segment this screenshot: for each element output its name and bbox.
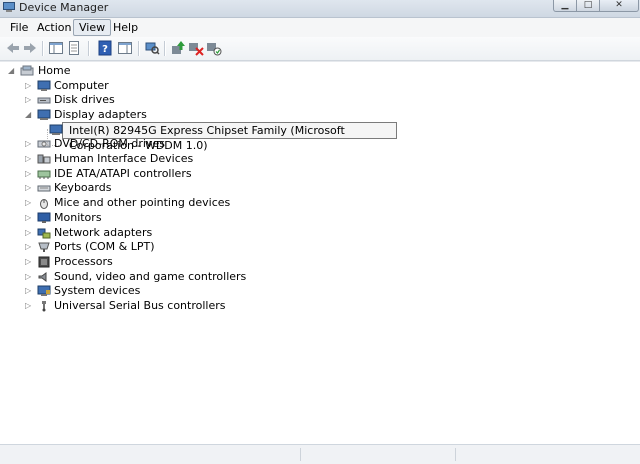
toolbar-separator — [42, 41, 44, 56]
window-title: Device Manager — [19, 1, 109, 14]
tree-item-label: Computer — [54, 78, 109, 92]
ide-controller-icon — [37, 170, 51, 179]
tree-item-label: Disk drives — [54, 93, 115, 107]
expand-arrow-icon[interactable]: ▷ — [25, 284, 33, 298]
monitor-icon — [37, 212, 51, 223]
toolbar-separator — [88, 41, 90, 56]
tree-item-label: Processors — [54, 254, 113, 268]
tree-item-label: Display adapters — [54, 107, 147, 121]
scan-hardware-icon[interactable] — [144, 40, 160, 56]
tree-item-label: Mice and other pointing devices — [54, 196, 231, 210]
sound-icon — [38, 271, 47, 282]
status-pane — [300, 448, 301, 461]
tree-item-label: IDE ATA/ATAPI controllers — [54, 166, 192, 180]
expand-arrow-icon[interactable]: ▷ — [25, 211, 33, 225]
expand-arrow-icon[interactable]: ▷ — [25, 93, 33, 107]
hid-icon — [37, 154, 51, 164]
properties-page-icon[interactable] — [66, 40, 82, 56]
menu-view[interactable]: View — [73, 19, 112, 36]
close-button[interactable]: ✕ — [599, 0, 639, 12]
status-bar — [0, 444, 640, 464]
update-driver-icon[interactable] — [170, 40, 186, 56]
title-bar: Device Manager ▁ □ ✕ — [0, 0, 640, 18]
toolbar-separator — [164, 41, 166, 56]
menu-file[interactable]: File — [6, 21, 32, 34]
network-adapter-icon — [37, 228, 51, 238]
maximize-button[interactable]: □ — [576, 0, 600, 12]
home-computer-icon — [20, 65, 34, 76]
port-icon — [38, 242, 50, 253]
toolbar-separator — [138, 41, 140, 56]
tree-item-label: Keyboards — [54, 181, 112, 195]
help-icon[interactable]: ? — [97, 40, 113, 56]
tree-item-label: Sound, video and game controllers — [54, 269, 247, 283]
display-adapter-icon — [37, 109, 51, 120]
tree-item-label: Monitors — [54, 210, 102, 224]
tree-connector — [47, 145, 59, 146]
tree-item-label: Human Interface Devices — [54, 152, 194, 165]
display-adapter-icon — [49, 124, 63, 135]
expand-arrow-icon[interactable]: ▷ — [25, 167, 33, 181]
tree-item-label: Universal Serial Bus controllers — [54, 299, 226, 312]
back-icon[interactable] — [5, 40, 21, 56]
menu-bar: File Action View Help — [0, 18, 640, 38]
usb-icon — [42, 301, 46, 312]
tree-item-display-adapter-intel[interactable]: Intel(R) 82945G Express Chipset Family (… — [49, 122, 397, 152]
collapse-arrow-icon[interactable]: ◢ — [25, 108, 33, 122]
expand-arrow-icon[interactable]: ▷ — [25, 152, 33, 166]
mouse-icon — [40, 199, 48, 210]
tree-connector — [47, 129, 48, 145]
expand-arrow-icon[interactable]: ▷ — [25, 137, 33, 151]
expand-arrow-icon[interactable]: ▷ — [25, 226, 33, 240]
status-pane — [455, 448, 456, 461]
show-action-pane-icon[interactable] — [117, 40, 133, 56]
tree-item-label: Ports (COM & LPT) — [54, 240, 155, 254]
show-hide-console-tree-icon[interactable] — [48, 40, 64, 56]
tree-item-label: Network adapters — [54, 225, 153, 239]
processor-icon — [38, 256, 50, 268]
minimize-button[interactable]: ▁ — [553, 0, 577, 12]
keyboard-icon — [37, 185, 51, 192]
computer-icon — [37, 80, 51, 91]
tree-item-label: System devices — [54, 284, 141, 298]
menu-help[interactable]: Help — [109, 21, 142, 34]
device-manager-icon — [3, 2, 15, 12]
tree-root-label: Home — [38, 64, 71, 77]
system-device-icon — [37, 285, 51, 297]
expand-arrow-icon[interactable]: ▷ — [25, 240, 33, 254]
svg-text:?: ? — [102, 44, 108, 55]
toolbar: ? — [0, 37, 640, 61]
expand-arrow-icon[interactable]: ▷ — [25, 181, 33, 195]
expand-arrow-icon[interactable]: ▷ — [25, 270, 33, 284]
uninstall-icon[interactable] — [188, 40, 204, 56]
enable-device-icon[interactable] — [206, 40, 222, 56]
expand-arrow-icon[interactable]: ▷ — [25, 196, 33, 210]
device-tree: ◢ Home ▷ Computer ▷ Disk drives ◢ Display ada… — [0, 61, 640, 445]
forward-icon[interactable] — [22, 40, 38, 56]
expand-arrow-icon[interactable]: ▷ — [25, 255, 33, 269]
expand-arrow-icon[interactable]: ▷ — [25, 79, 33, 93]
tree-item-label: Intel(R) 82945G Express Chipset Family (… — [69, 124, 345, 152]
menu-action[interactable]: Action — [33, 21, 75, 34]
expand-arrow-icon[interactable]: ▷ — [25, 299, 33, 313]
collapse-arrow-icon[interactable]: ◢ — [8, 64, 16, 78]
disk-drive-icon — [37, 97, 51, 104]
